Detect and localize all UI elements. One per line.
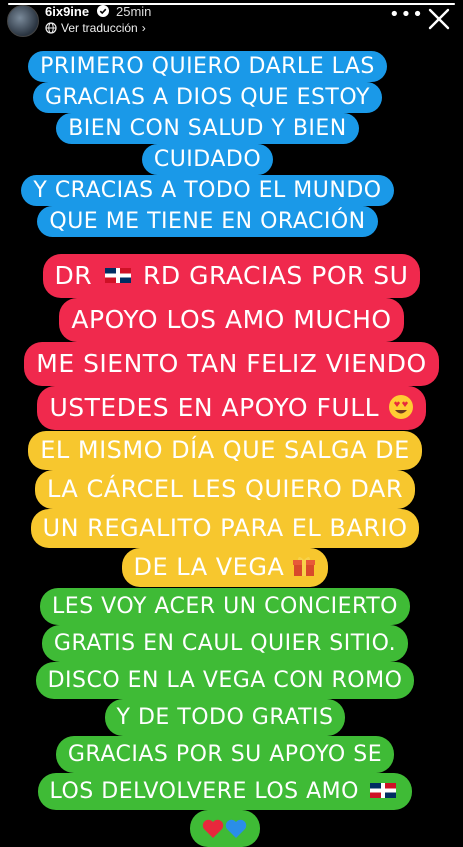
story-text-block-blue: PRIMERO QUIERO DARLE LAS GRACIAS A DIOS … [20,51,395,237]
story-line: CUIDADO [20,144,395,175]
dominican-flag-emoji [370,782,397,798]
story-line: EL MISMO DÍA QUE SALGA DE [20,431,430,470]
story-line: UN REGALITO PARA EL BARIO [20,509,430,548]
story-line: ME SIENTO TAN FELIZ VIENDO [0,342,463,386]
story-line: GRACIAS POR SU APOYO SE [20,736,430,773]
red-and-blue-hearts-emoji [190,810,260,847]
story-line: USTEDES EN APOYO FULL [0,386,463,430]
avatar[interactable] [7,5,39,37]
story-line: GRACIAS A DIOS QUE ESTOY [20,82,395,113]
story-line [20,810,430,847]
story-line: LOS DELVOLVERE LOS AMO [20,773,430,810]
story-line: BIEN CON SALUD Y BIEN [20,113,395,144]
story-line: Y CRACIAS A TODO EL MUNDO [20,175,395,206]
verified-badge-icon [97,5,109,17]
post-time: 25min [116,4,152,19]
story-line: DE LA VEGA [20,548,430,587]
username[interactable]: 6ix9ine [45,4,89,19]
chevron-right-icon: › [141,21,146,35]
story-text-block-yellow: EL MISMO DÍA QUE SALGA DE LA CÁRCEL LES … [20,431,430,587]
story-line: DR RD GRACIAS POR SU [0,254,463,298]
close-icon[interactable] [426,6,452,32]
see-translation-link[interactable]: Ver traducción › [45,21,146,35]
story-line: APOYO LOS AMO MUCHO [0,298,463,342]
story-line: LA CÁRCEL LES QUIERO DAR [20,470,430,509]
story-line: PRIMERO QUIERO DARLE LAS [20,51,395,82]
gift-emoji [293,557,316,576]
story-line: LES VOY ACER UN CONCIERTO [20,588,430,625]
story-line: GRATIS EN CAUL QUIER SITIO. [20,625,430,662]
story-header: 6ix9ine 25min Ver traducción › ••• [0,0,463,44]
more-options-icon[interactable]: ••• [389,6,424,24]
heart-eyes-emoji [388,395,413,419]
story-text-block-green: LES VOY ACER UN CONCIERTO GRATIS EN CAUL… [20,588,430,847]
story-line: QUE ME TIENE EN ORACIÓN [20,206,395,237]
story-line: Y DE TODO GRATIS [20,699,430,736]
story-line: DISCO EN LA VEGA CON ROMO [20,662,430,699]
translate-icon [45,22,57,34]
see-translation-label: Ver traducción [61,21,138,35]
dominican-flag-emoji [104,267,131,283]
story-text-block-red: DR RD GRACIAS POR SU APOYO LOS AMO MUCHO… [0,254,463,430]
